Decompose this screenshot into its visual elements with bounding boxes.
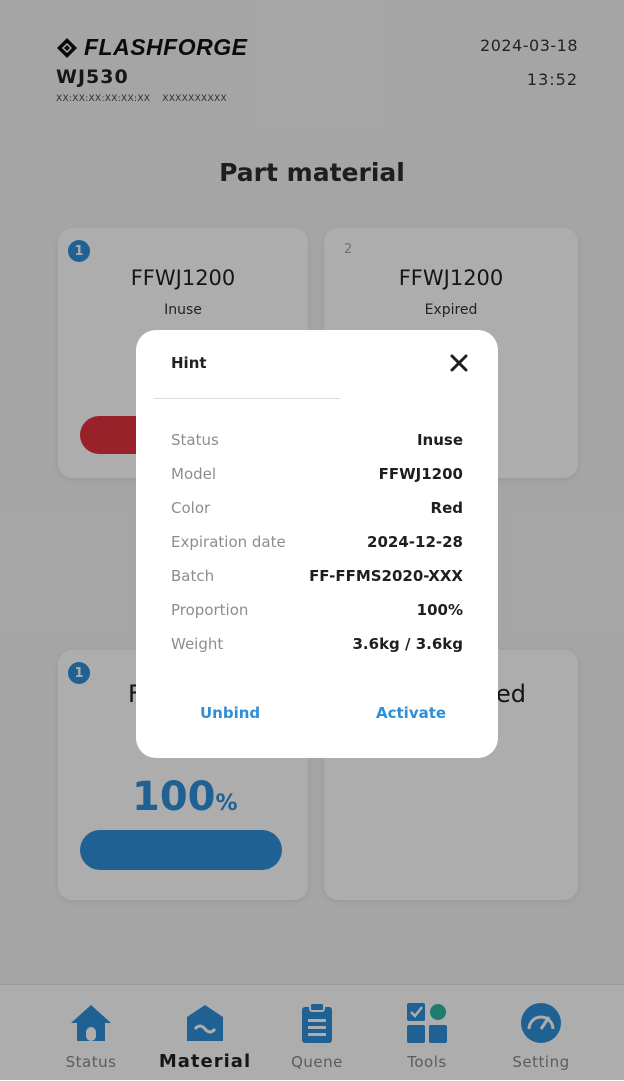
detail-key: Color: [171, 499, 211, 517]
activate-button[interactable]: Activate: [376, 704, 446, 722]
detail-value: Inuse: [416, 431, 463, 449]
dialog-title: Hint: [171, 354, 207, 372]
dialog-divider: [154, 398, 340, 399]
detail-value: FF-FFMS2020-XXX: [309, 567, 463, 585]
detail-key: Status: [171, 431, 219, 449]
detail-row-proportion: Proportion 100%: [171, 598, 463, 622]
detail-row-status: Status Inuse: [171, 428, 463, 452]
close-icon[interactable]: [448, 352, 470, 374]
detail-value: Red: [430, 499, 463, 517]
detail-value: FFWJ1200: [378, 465, 463, 483]
detail-row-expiration-date: Expiration date 2024-12-28: [171, 530, 463, 554]
detail-value: 2024-12-28: [367, 533, 463, 551]
detail-key: Batch: [171, 567, 215, 585]
detail-value: 3.6kg / 3.6kg: [352, 635, 464, 653]
detail-value: 100%: [416, 601, 463, 619]
detail-row-color: Color Red: [171, 496, 463, 520]
detail-key: Proportion: [171, 601, 249, 619]
detail-key: Weight: [171, 635, 224, 653]
detail-key: Expiration date: [171, 533, 286, 551]
detail-key: Model: [171, 465, 217, 483]
hint-dialog: Hint Status Inuse Model FFWJ1200 Color R…: [136, 330, 498, 758]
detail-row-model: Model FFWJ1200: [171, 462, 463, 486]
unbind-button[interactable]: Unbind: [200, 704, 260, 722]
detail-row-weight: Weight 3.6kg / 3.6kg: [171, 632, 463, 656]
detail-row-batch: Batch FF-FFMS2020-XXX: [171, 564, 463, 588]
